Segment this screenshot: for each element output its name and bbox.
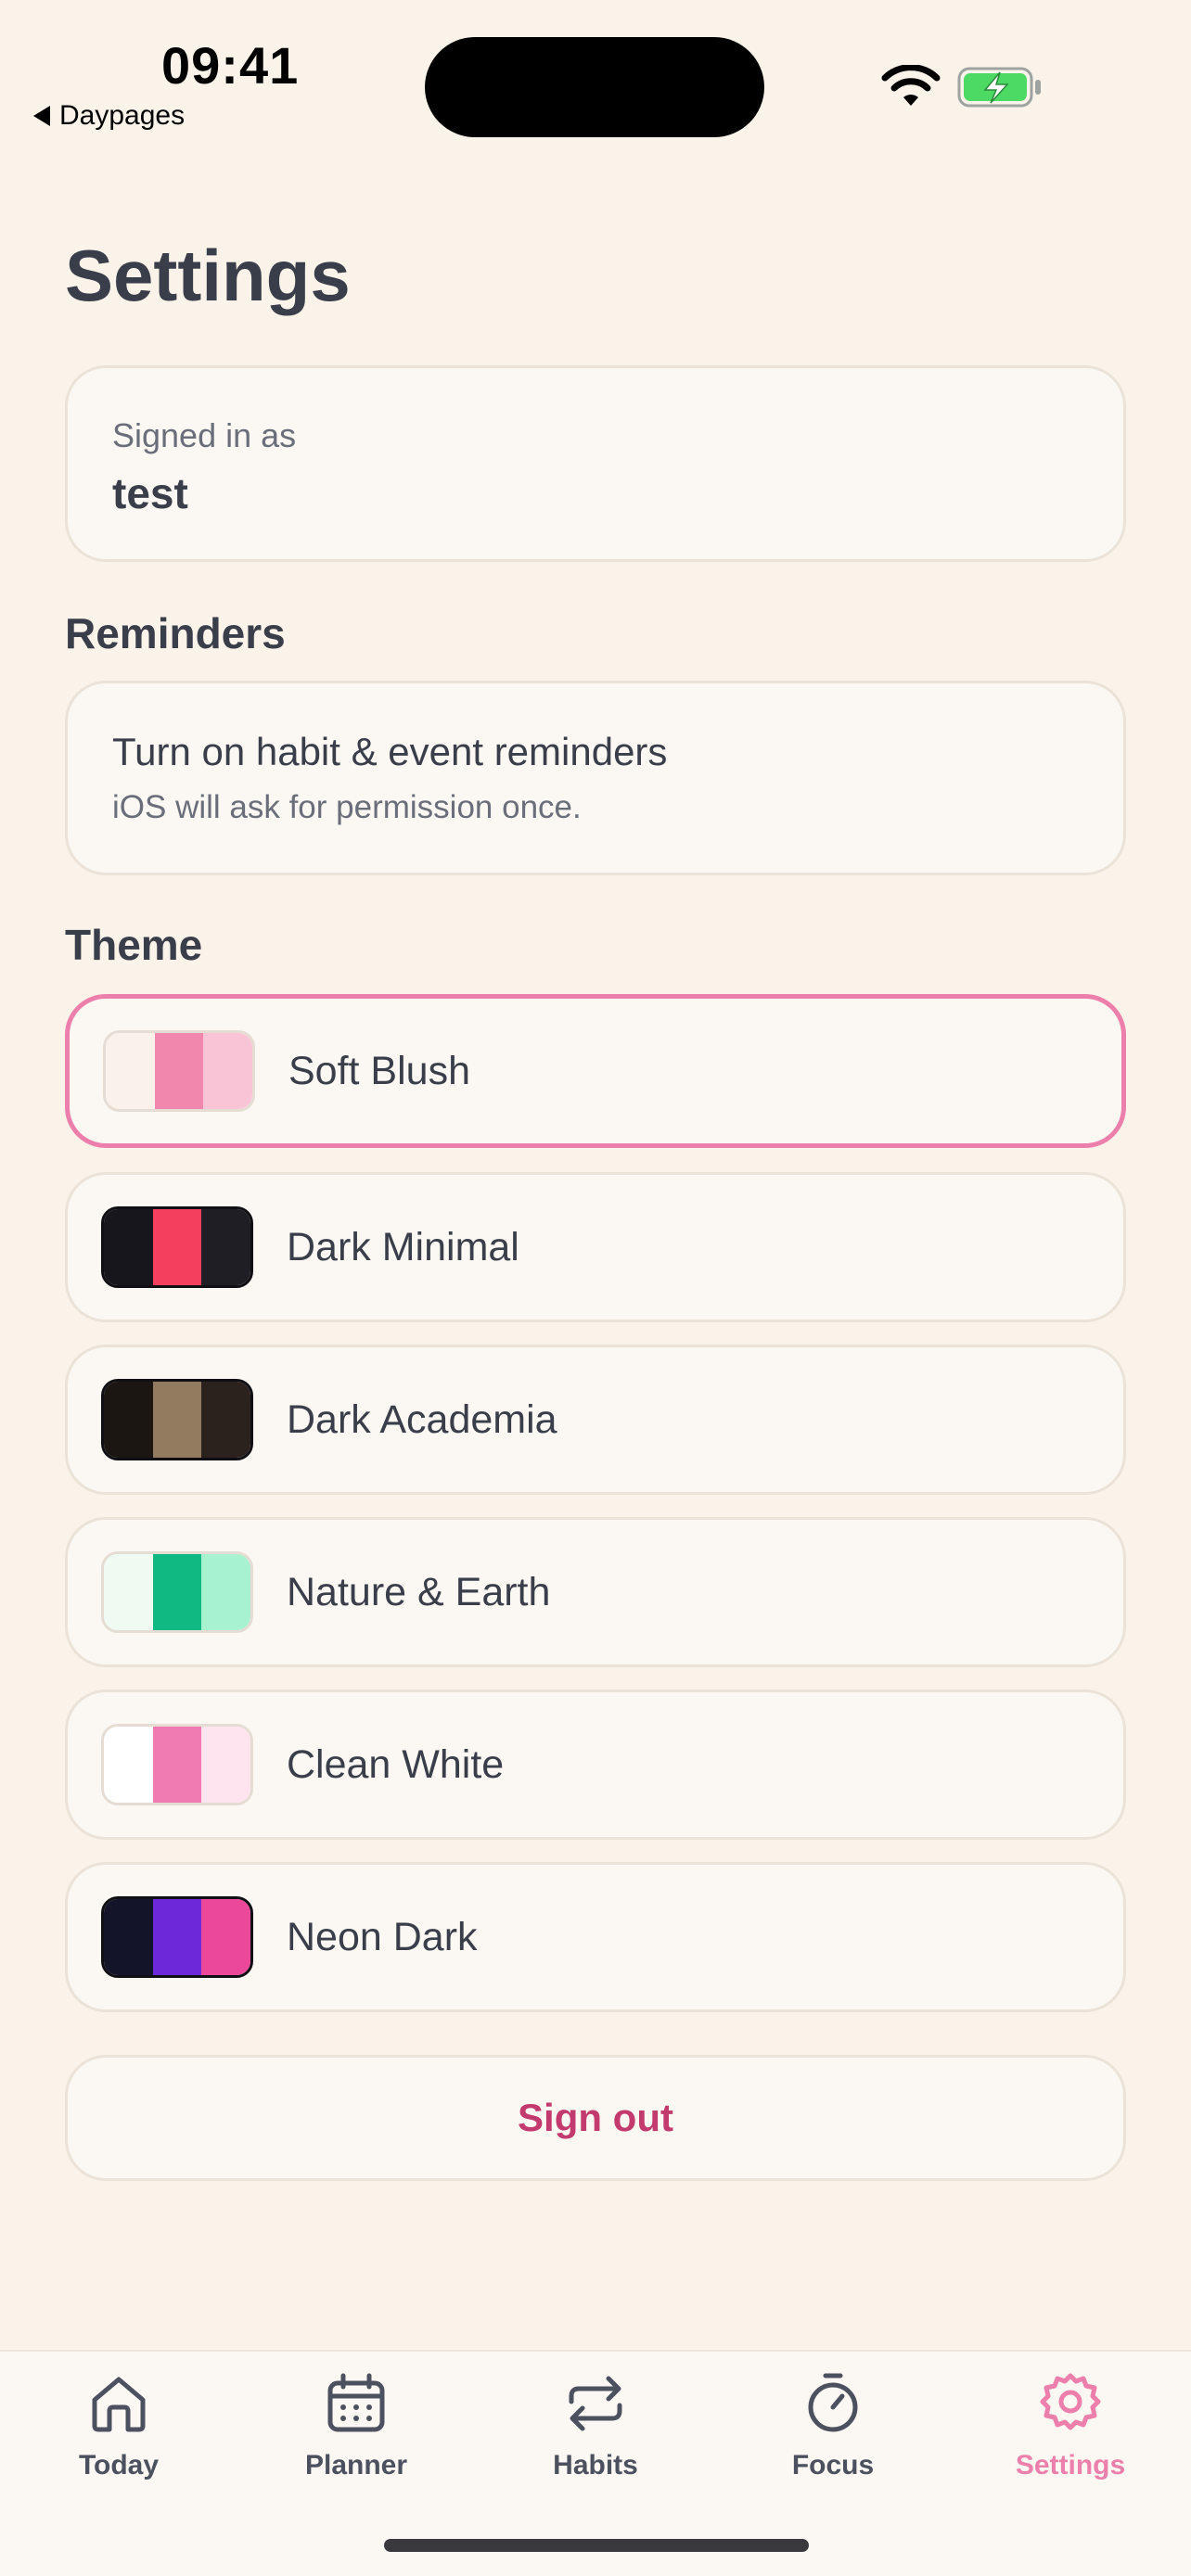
theme-name: Dark Minimal xyxy=(287,1224,519,1269)
username: test xyxy=(112,469,188,517)
theme-name: Clean White xyxy=(287,1741,505,1787)
theme-name: Soft Blush xyxy=(288,1048,470,1093)
status-time: 09:41 xyxy=(161,36,300,95)
theme-swatch xyxy=(101,1206,253,1288)
theme-heading: Theme xyxy=(65,921,203,969)
theme-swatch xyxy=(101,1551,253,1633)
tab-label: Habits xyxy=(553,2450,638,2480)
back-app-label: Daypages xyxy=(59,100,186,131)
back-to-app-button[interactable]: Daypages xyxy=(33,100,185,132)
theme-swatch xyxy=(103,1030,255,1112)
theme-option-dark-minimal[interactable]: Dark Minimal xyxy=(65,1172,1126,1322)
status-bar: 09:41 Daypages xyxy=(0,0,1191,148)
tab-focus[interactable]: Focus xyxy=(740,2370,926,2509)
home-indicator xyxy=(384,2539,809,2552)
account-card: Signed in as test xyxy=(65,365,1126,562)
tab-label: Focus xyxy=(791,2450,875,2480)
sign-out-label: Sign out xyxy=(518,2096,673,2139)
theme-swatch xyxy=(101,1379,253,1460)
reminders-heading: Reminders xyxy=(65,609,286,657)
enable-reminders-button[interactable]: Turn on habit & event reminders iOS will… xyxy=(65,681,1126,875)
page-title: Settings xyxy=(65,235,351,316)
tab-planner[interactable]: Planner xyxy=(263,2370,449,2509)
theme-swatch xyxy=(101,1724,253,1805)
theme-name: Dark Academia xyxy=(287,1396,557,1442)
reminders-subtitle: iOS will ask for permission once. xyxy=(112,789,582,825)
theme-option-nature-earth[interactable]: Nature & Earth xyxy=(65,1517,1126,1667)
gear-icon xyxy=(1040,2373,1101,2430)
back-triangle-icon xyxy=(33,106,50,126)
tab-today[interactable]: Today xyxy=(26,2370,211,2509)
tab-label: Today xyxy=(78,2450,160,2480)
tab-label: Settings xyxy=(1015,2450,1126,2480)
theme-name: Nature & Earth xyxy=(287,1569,551,1614)
reminders-title: Turn on habit & event reminders xyxy=(112,730,668,773)
tab-settings[interactable]: Settings xyxy=(978,2370,1163,2509)
tab-label: Planner xyxy=(304,2450,408,2480)
dynamic-island xyxy=(425,37,764,137)
tab-habits[interactable]: Habits xyxy=(503,2370,688,2509)
theme-swatch xyxy=(101,1896,253,1978)
calendar-icon xyxy=(327,2373,385,2432)
theme-option-dark-academia[interactable]: Dark Academia xyxy=(65,1345,1126,1495)
theme-option-soft-blush[interactable]: Soft Blush xyxy=(65,994,1126,1148)
wifi-icon xyxy=(881,65,941,106)
sign-out-button[interactable]: Sign out xyxy=(65,2055,1126,2181)
home-icon xyxy=(92,2377,146,2432)
repeat-icon xyxy=(569,2376,622,2431)
signed-in-label: Signed in as xyxy=(112,416,297,454)
theme-name: Neon Dark xyxy=(287,1914,478,1959)
timer-icon xyxy=(808,2373,858,2432)
theme-option-neon-dark[interactable]: Neon Dark xyxy=(65,1862,1126,2012)
battery-charging-icon xyxy=(957,67,1041,108)
theme-option-clean-white[interactable]: Clean White xyxy=(65,1690,1126,1840)
